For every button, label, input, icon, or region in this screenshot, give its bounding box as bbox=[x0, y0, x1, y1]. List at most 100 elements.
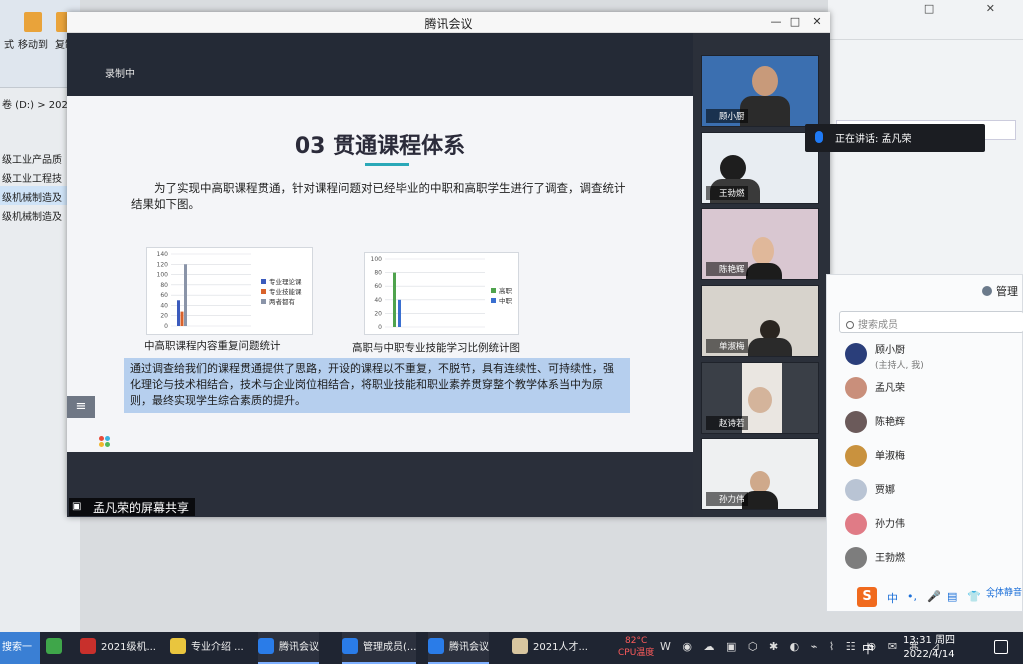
legend-entry: 两者都有 bbox=[261, 296, 302, 306]
video-tile[interactable]: 顾小厨 bbox=[701, 55, 819, 127]
manage-members-button[interactable]: 管理 bbox=[982, 283, 1022, 299]
chart-repetition-legend: 专业理论课 专业技能课 两者都有 bbox=[261, 276, 302, 306]
taskbar-search[interactable]: 搜索一下 bbox=[0, 632, 40, 664]
video-tile-name: 陈艳辉 bbox=[706, 262, 748, 276]
member-item[interactable]: 贾娜 bbox=[845, 475, 1020, 505]
speaking-tooltip: 正在讲话: 孟凡荣 bbox=[805, 124, 985, 152]
microphone-icon bbox=[815, 131, 823, 143]
background-window-controls[interactable]: □ ✕ bbox=[924, 2, 1019, 15]
member-item[interactable]: 王勃燃 bbox=[845, 543, 1020, 573]
video-body bbox=[748, 338, 792, 356]
chart-tick-label: 60 bbox=[160, 292, 168, 299]
taskbar-app[interactable]: 腾讯会议 bbox=[258, 632, 319, 664]
chart-tick-label: 40 bbox=[374, 297, 382, 304]
video-tile[interactable]: 陈艳辉 bbox=[701, 208, 819, 280]
slide-title: 03 贯通课程体系 bbox=[294, 134, 466, 159]
ime-punctuation-toggle[interactable]: •, bbox=[907, 590, 917, 603]
screen-share-text: 孟凡荣的屏幕共享 bbox=[93, 501, 190, 515]
legend-label: 两者都有 bbox=[269, 298, 295, 306]
chart-tick-label: 100 bbox=[157, 272, 169, 279]
minimize-button[interactable]: — bbox=[768, 14, 784, 30]
member-search-input[interactable]: 搜索成员 bbox=[839, 311, 1023, 333]
video-panel: 顾小厨 王勃燃 陈艳辉 单淑梅 赵诗若 孙力伟 bbox=[693, 33, 830, 517]
taskbar-app-label: 腾讯会议 bbox=[279, 642, 319, 653]
speaking-text: 正在讲话: 孟凡荣 bbox=[835, 134, 912, 145]
video-tile[interactable]: 孙力伟 bbox=[701, 438, 819, 510]
sogou-ime-icon[interactable]: S bbox=[857, 587, 877, 607]
taskbar-app[interactable]: 2021人才... bbox=[512, 632, 588, 664]
app-icon bbox=[512, 638, 528, 654]
legend-entry: 中职 bbox=[491, 295, 512, 305]
member-item[interactable]: 陈艳辉 bbox=[845, 407, 1020, 437]
video-tile[interactable]: 王勃燃 bbox=[701, 132, 819, 204]
screen-share-area: 录制中 03 贯通课程体系 为了实现中高职课程贯通，针对课程问题对已经毕业的中职… bbox=[67, 33, 693, 517]
chart-skill-ratio-legend: 高职 中职 bbox=[491, 285, 512, 305]
app-icon bbox=[80, 638, 96, 654]
member-avatar bbox=[845, 377, 867, 399]
member-item[interactable]: 顾小厨 (主持人, 我) bbox=[845, 339, 1020, 371]
legend-entry: 高职 bbox=[491, 285, 512, 295]
slide-menu-button[interactable]: ≡ bbox=[67, 396, 95, 418]
title-underline bbox=[365, 163, 409, 166]
member-avatar bbox=[845, 547, 867, 569]
ime-keyboard-icon[interactable]: ▤ bbox=[947, 590, 957, 603]
member-name: 陈艳辉 bbox=[875, 417, 905, 428]
mute-all-button[interactable]: 全体静音 bbox=[986, 585, 1022, 598]
chart-caption-left: 中高职课程内容重复问题统计 bbox=[144, 340, 281, 352]
legend-entry: 专业理论课 bbox=[261, 276, 302, 286]
video-body bbox=[746, 263, 782, 279]
video-tile[interactable]: 单淑梅 bbox=[701, 285, 819, 357]
video-tile-name: 单淑梅 bbox=[706, 339, 748, 353]
app-icon bbox=[258, 638, 274, 654]
legend-label: 专业理论课 bbox=[269, 278, 302, 286]
chart-bar bbox=[398, 299, 401, 327]
chart-tick-label: 80 bbox=[374, 270, 382, 277]
legend-swatch bbox=[261, 289, 266, 294]
taskbar-app[interactable]: 管理成员(... bbox=[342, 632, 417, 664]
video-tile-name: 孙力伟 bbox=[706, 492, 748, 506]
member-avatar bbox=[845, 343, 867, 365]
meeting-window: 腾讯会议 — □ ✕ 录制中 03 贯通课程体系 为了实现中高职课程贯通，针对课… bbox=[67, 12, 830, 517]
member-role: (主持人, 我) bbox=[875, 361, 924, 371]
screen-share-label: ▣ 孟凡荣的屏幕共享 bbox=[69, 498, 196, 516]
notification-icon[interactable] bbox=[994, 640, 1008, 654]
chart-tick-label: 120 bbox=[157, 261, 169, 268]
taskbar: 搜索一下 2021级机... 专业介绍 ... 腾讯会议 管理成员(... 腾讯会议 20… bbox=[0, 632, 1023, 664]
input-language-indicator[interactable]: 中 bbox=[862, 640, 874, 657]
chart-tick-label: 20 bbox=[160, 313, 168, 320]
chart-bar bbox=[177, 300, 180, 326]
ime-skin-icon[interactable]: 👕 bbox=[967, 590, 981, 603]
move-to-button[interactable]: 移动到 bbox=[18, 12, 48, 51]
app-icon bbox=[170, 638, 186, 654]
legend-label: 高职 bbox=[499, 287, 512, 295]
taskbar-app-label: 专业介绍 ... bbox=[191, 642, 244, 653]
video-tile[interactable]: 赵诗若 bbox=[701, 362, 819, 434]
slide-intro: 为了实现中高职课程贯通，针对课程问题对已经毕业的中职和高职学生进行了调查，调查统… bbox=[131, 181, 626, 211]
chart-tick-label: 100 bbox=[371, 256, 383, 263]
taskbar-app[interactable] bbox=[46, 632, 67, 664]
app-icon bbox=[46, 638, 62, 654]
close-button[interactable]: ✕ bbox=[809, 14, 825, 30]
taskbar-app[interactable]: 专业介绍 ... bbox=[170, 632, 244, 664]
taskbar-app-label: 2021级机... bbox=[101, 642, 156, 653]
ime-voice-icon[interactable]: 🎤 bbox=[927, 590, 941, 603]
taskbar-app-label: 管理成员(... bbox=[363, 642, 417, 653]
chart-bar bbox=[180, 311, 184, 326]
member-item[interactable]: 孟凡荣 bbox=[845, 373, 1020, 403]
search-icon bbox=[846, 321, 854, 329]
ime-chinese-toggle[interactable]: 中 bbox=[887, 590, 898, 606]
chart-caption-right: 高职与中职专业技能学习比例统计图 bbox=[352, 342, 520, 354]
maximize-button[interactable]: □ bbox=[787, 14, 803, 30]
presentation-slide: 03 贯通课程体系 为了实现中高职课程贯通，针对课程问题对已经毕业的中职和高职学… bbox=[67, 96, 693, 452]
taskbar-clock[interactable]: 13:31 周四 2022/4/14 bbox=[900, 634, 958, 662]
taskbar-app-label: 腾讯会议 bbox=[449, 642, 489, 653]
chart-tick-label: 80 bbox=[160, 282, 168, 289]
member-item[interactable]: 单淑梅 bbox=[845, 441, 1020, 471]
video-tile-name: 王勃燃 bbox=[706, 186, 748, 200]
video-head bbox=[760, 320, 780, 340]
member-item[interactable]: 孙力伟 bbox=[845, 509, 1020, 539]
taskbar-app[interactable]: 2021级机... bbox=[80, 632, 156, 664]
taskbar-app[interactable]: 腾讯会议 bbox=[428, 632, 489, 664]
meeting-titlebar: 腾讯会议 — □ ✕ bbox=[67, 12, 830, 33]
member-name: 顾小厨 bbox=[875, 345, 905, 356]
